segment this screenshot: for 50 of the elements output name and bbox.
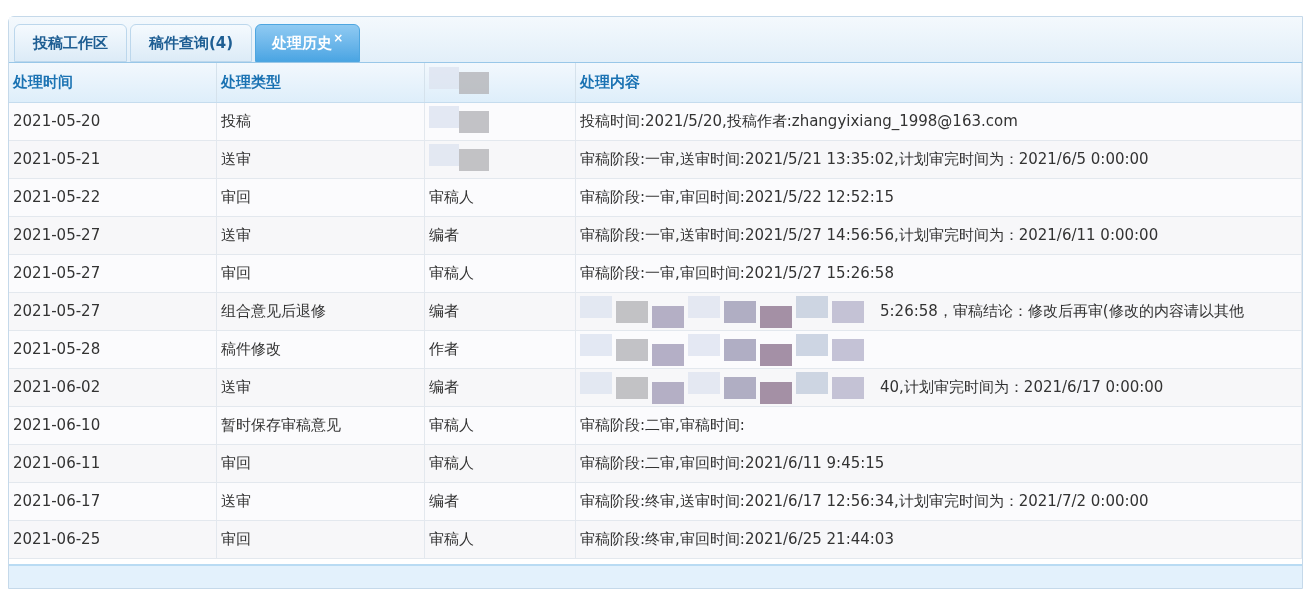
table-cell-text: 2021-05-22: [13, 187, 101, 209]
table-cell-text: 2021-06-17: [13, 491, 101, 513]
table-cell-text: 审回: [221, 263, 251, 285]
table-cell-text: 审稿阶段:终审,送审时间:2021/6/17 12:56:34,计划审完时间为：2021/7/2 0:00:00: [580, 491, 1149, 513]
table-cell-text: 审稿阶段:一审,审回时间:2021/5/22 12:52:15: [580, 187, 894, 209]
table-cell-text: 审稿阶段:一审,送审时间:2021/5/27 14:56:56,计划审完时间为：2021/6/11 0:00:00: [580, 225, 1159, 247]
table-cell-text: 审稿人: [429, 415, 474, 437]
table-cell-text: 审稿阶段:一审,审回时间:2021/5/27 15:26:58: [580, 263, 894, 285]
table-cell-text: 送审: [221, 149, 251, 171]
table-cell-text: 40,计划审完时间为：2021/6/17 0:00:00: [880, 377, 1164, 399]
table-cell-text: 2021-05-21: [13, 149, 101, 171]
table-cell-text: 审稿阶段:二审,审稿时间:: [580, 415, 745, 437]
table-cell-text: 稿件修改: [221, 339, 281, 361]
tab[interactable]: 稿件查询(4): [130, 24, 253, 62]
table-cell-text: 审稿阶段:一审,送审时间:2021/5/21 13:35:02,计划审完时间为：2021/6/5 0:00:00: [580, 149, 1149, 171]
table-cell-text: 投稿时间:2021/5/20,投稿作者:zhangyixiang_1998@163.com: [580, 111, 1018, 133]
table-cell-text: 审稿人: [429, 453, 474, 475]
table-cell-text: 送审: [221, 491, 251, 513]
table-cell-text: 投稿: [221, 111, 251, 133]
table-cell-text: 编者: [429, 301, 459, 323]
table-cell-text: 2021-06-10: [13, 415, 101, 437]
table-cell-text: 审稿阶段:终审,审回时间:2021/6/25 21:44:03: [580, 529, 894, 551]
column-header[interactable]: 处理内容: [580, 71, 640, 94]
table-cell-text: 编者: [429, 491, 459, 513]
table-cell-text: 2021-06-25: [13, 529, 101, 551]
table-cell-text: 审稿阶段:二审,审回时间:2021/6/11 9:45:15: [580, 453, 885, 475]
table-cell-text: 组合意见后退修: [221, 301, 326, 323]
table-cell-text: 审稿人: [429, 187, 474, 209]
table-cell-text: 编者: [429, 225, 459, 247]
table-cell-text: 2021-05-27: [13, 301, 101, 323]
table-cell-text: 送审: [221, 377, 251, 399]
table-cell-text: 暂时保存审稿意见: [221, 415, 341, 437]
table-cell-text: 2021-06-11: [13, 453, 101, 475]
table-cell-text: 送审: [221, 225, 251, 247]
table-cell-text: 2021-06-02: [13, 377, 101, 399]
table-cell-text: 编者: [429, 377, 459, 399]
table-cell-text: 审回: [221, 529, 251, 551]
table-cell-text: 2021-05-28: [13, 339, 101, 361]
table-cell-text: 2021-05-27: [13, 225, 101, 247]
table-cell-text: 2021-05-27: [13, 263, 101, 285]
column-header[interactable]: 处理类型: [221, 71, 281, 94]
table-cell-text: 审回: [221, 453, 251, 475]
table-cell-text: 审回: [221, 187, 251, 209]
table-cell-text: 审稿人: [429, 263, 474, 285]
table-cell-text: 5:26:58，审稿结论：修改后再审(修改的内容请以其他: [880, 301, 1244, 323]
tab[interactable]: 投稿工作区: [14, 24, 127, 62]
table-cell-text: 作者: [429, 339, 459, 361]
table-cell-text: 审稿人: [429, 529, 474, 551]
table-cell-text: 2021-05-20: [13, 111, 101, 133]
column-header[interactable]: 处理时间: [13, 71, 73, 94]
